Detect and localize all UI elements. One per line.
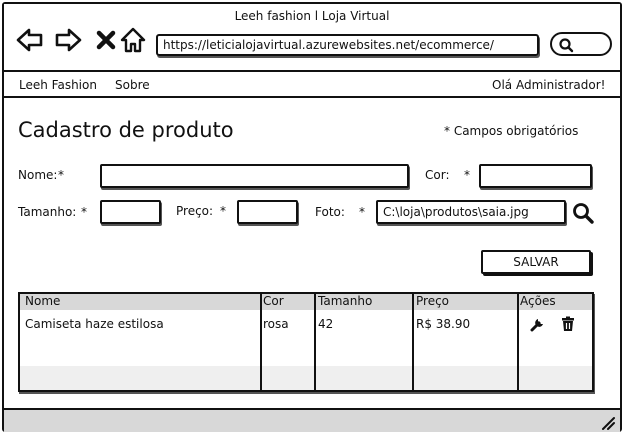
- menu-item-leeh-fashion[interactable]: Leeh Fashion: [19, 78, 97, 92]
- forward-arrow-icon[interactable]: [54, 26, 82, 54]
- site-menu-bar: Leeh Fashion Sobre Olá Administrador!: [4, 70, 620, 98]
- size-label: Tamanho:: [18, 205, 77, 219]
- back-arrow-icon[interactable]: [16, 26, 44, 54]
- table-header: Nome Cor Tamanho Preço Ações: [20, 294, 592, 310]
- price-field[interactable]: [237, 200, 298, 224]
- browser-titlebar: Leeh fashion l Loja Virtual https://leti…: [4, 4, 620, 70]
- size-field[interactable]: [100, 200, 161, 224]
- product-size-cell: 42: [318, 317, 334, 331]
- home-icon[interactable]: [119, 26, 147, 54]
- color-field[interactable]: [479, 164, 592, 188]
- table-row-empty: [20, 366, 592, 390]
- color-required-marker: *: [464, 168, 470, 182]
- products-table: Nome Cor Tamanho Preço Ações Camiseta ha…: [18, 292, 594, 392]
- user-greeting[interactable]: Olá Administrador!: [492, 78, 605, 92]
- product-color-cell: rosa: [263, 317, 289, 331]
- save-button[interactable]: SALVAR: [481, 250, 591, 274]
- product-price-cell: R$ 38.90: [416, 317, 471, 331]
- browser-search-box[interactable]: [550, 32, 612, 56]
- photo-path-field[interactable]: C:\loja\produtos\saia.jpg: [376, 200, 566, 224]
- address-bar[interactable]: https://leticialojavirtual.azurewebsites…: [156, 34, 539, 56]
- column-header-name: Nome: [25, 294, 61, 308]
- column-header-price: Preço: [416, 294, 450, 308]
- column-divider: [517, 294, 519, 390]
- column-header-color: Cor: [263, 294, 284, 308]
- name-label: Nome:: [18, 168, 58, 182]
- column-divider: [412, 294, 414, 390]
- table-row: Camiseta haze estilosa rosa 42 R$ 38.90: [20, 310, 592, 338]
- column-header-size: Tamanho: [318, 294, 373, 308]
- edit-wrench-icon[interactable]: [530, 316, 546, 332]
- search-icon: [559, 38, 574, 53]
- name-field[interactable]: [100, 164, 409, 188]
- table-row-empty: [20, 338, 592, 366]
- status-bar: [4, 408, 620, 432]
- product-name-cell: Camiseta haze estilosa: [25, 317, 164, 331]
- column-divider: [260, 294, 262, 390]
- color-label: Cor:: [425, 168, 450, 182]
- menu-item-sobre[interactable]: Sobre: [115, 78, 150, 92]
- photo-search-icon[interactable]: [571, 201, 595, 225]
- window-title: Leeh fashion l Loja Virtual: [234, 9, 390, 23]
- column-header-actions: Ações: [520, 294, 556, 308]
- name-required-marker: *: [58, 168, 64, 182]
- price-label: Preço:: [176, 204, 214, 218]
- product-form-page: Cadastro de produto * Campos obrigatório…: [4, 100, 620, 408]
- browser-window: Leeh fashion l Loja Virtual https://leti…: [2, 2, 622, 432]
- photo-label: Foto:: [315, 205, 345, 219]
- page-title: Cadastro de produto: [18, 118, 234, 142]
- delete-trash-icon[interactable]: [560, 316, 576, 332]
- photo-required-marker: *: [359, 205, 365, 219]
- price-required-marker: *: [220, 204, 226, 218]
- stop-close-icon[interactable]: [92, 26, 120, 54]
- size-required-marker: *: [81, 205, 87, 219]
- column-divider: [314, 294, 316, 390]
- resize-grip-icon[interactable]: [600, 416, 616, 430]
- required-fields-note: * Campos obrigatórios: [444, 124, 579, 138]
